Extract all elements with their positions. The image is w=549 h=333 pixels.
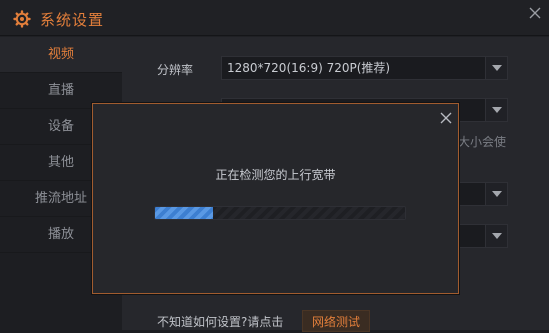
close-icon[interactable] [438,110,454,126]
chevron-down-icon [485,225,507,247]
sidebar-item-label: 推流地址 [34,191,87,206]
close-icon[interactable] [528,6,542,20]
gear-icon [13,10,31,28]
sidebar-item-label: 设备 [47,119,74,134]
sidebar-item-label: 视频 [47,47,74,62]
settings-window: 系统设置 视频 直播 设备 其他 推流地址 播放 分辨率 1280*720(16… [0,0,549,332]
sidebar-item-video[interactable]: 视频 [0,37,122,73]
progress-fill [155,207,213,219]
sidebar-item-label: 直播 [47,83,74,98]
sidebar-item-label: 播放 [47,227,74,242]
resolution-select[interactable]: 1280*720(16:9) 720P(推荐) [221,56,508,80]
setting-select-4[interactable] [458,224,508,248]
progress-bar [154,206,406,220]
setting-select-3[interactable] [458,182,508,206]
chevron-down-icon [485,99,507,121]
network-test-button[interactable]: 网络测试 [302,310,370,332]
resolution-value: 1280*720(16:9) 720P(推荐) [227,61,391,75]
window-title: 系统设置 [40,11,105,29]
chevron-down-icon [485,183,507,205]
title-bar: 系统设置 [0,0,549,36]
dialog-message: 正在检测您的上行宽带 [215,168,336,182]
resolution-label: 分辨率 [157,63,194,77]
chevron-down-icon [485,57,507,79]
help-text: 不知道如何设置?请点击 [157,315,284,329]
bandwidth-test-dialog: 正在检测您的上行宽带 [92,103,459,294]
sidebar-item-label: 其他 [47,155,74,170]
hint-text: 大小会使 [458,135,507,149]
